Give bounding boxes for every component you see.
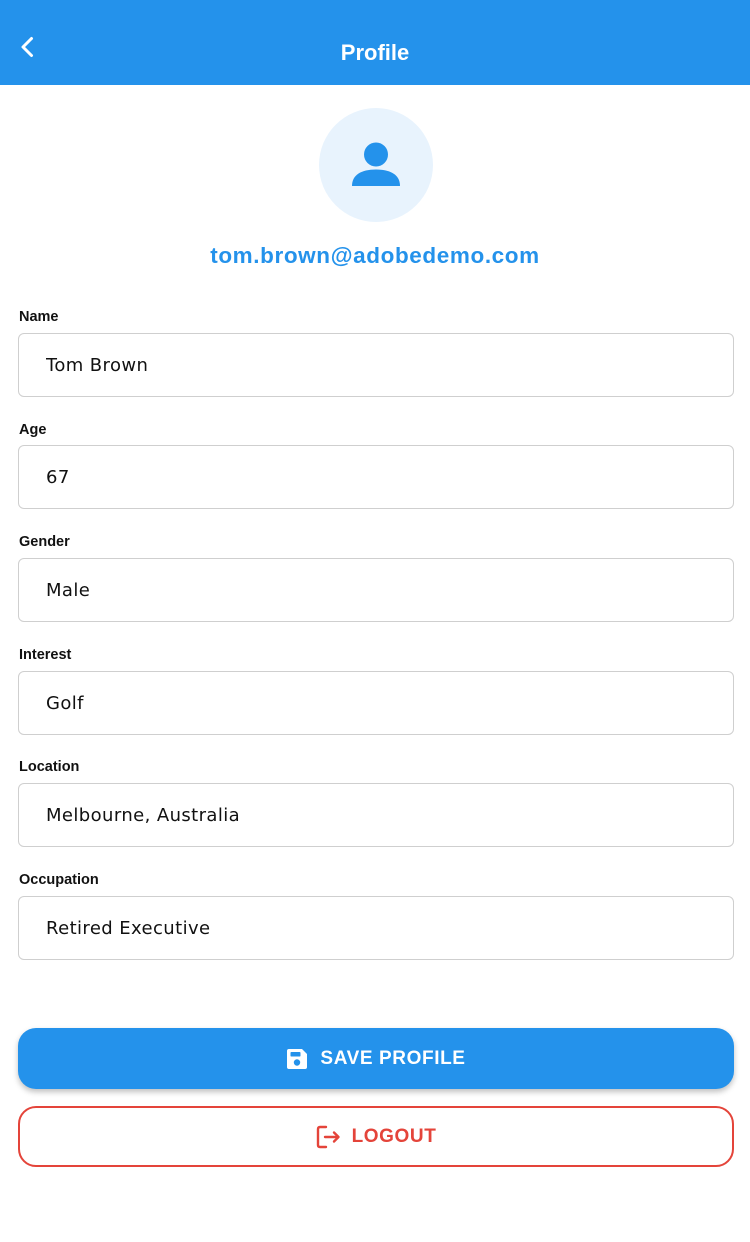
person-icon xyxy=(351,140,401,190)
name-label: Name xyxy=(19,309,59,325)
age-label: Age xyxy=(19,422,47,438)
app-header: Profile xyxy=(0,0,750,85)
save-profile-label: SAVE PROFILE xyxy=(320,1047,466,1069)
logout-button[interactable]: LOGOUT xyxy=(18,1106,734,1167)
name-field[interactable] xyxy=(18,333,734,397)
logout-label: LOGOUT xyxy=(351,1125,437,1147)
avatar xyxy=(319,108,433,222)
interest-label: Interest xyxy=(19,647,72,663)
gender-label: Gender xyxy=(19,534,70,550)
gender-field[interactable] xyxy=(18,558,734,622)
interest-field[interactable] xyxy=(18,671,734,735)
occupation-label: Occupation xyxy=(19,872,99,888)
logout-icon xyxy=(316,1125,342,1149)
location-field[interactable] xyxy=(18,783,734,847)
profile-screen: Profile tom.brown@adobedemo.com Name Age… xyxy=(0,0,750,1242)
page-title: Profile xyxy=(340,40,410,65)
occupation-field[interactable] xyxy=(18,896,734,960)
save-profile-button[interactable]: SAVE PROFILE xyxy=(18,1028,734,1089)
user-email: tom.brown@adobedemo.com xyxy=(210,243,540,268)
location-label: Location xyxy=(19,759,80,775)
age-field[interactable] xyxy=(18,445,734,509)
floppy-disk-icon xyxy=(286,1048,308,1070)
